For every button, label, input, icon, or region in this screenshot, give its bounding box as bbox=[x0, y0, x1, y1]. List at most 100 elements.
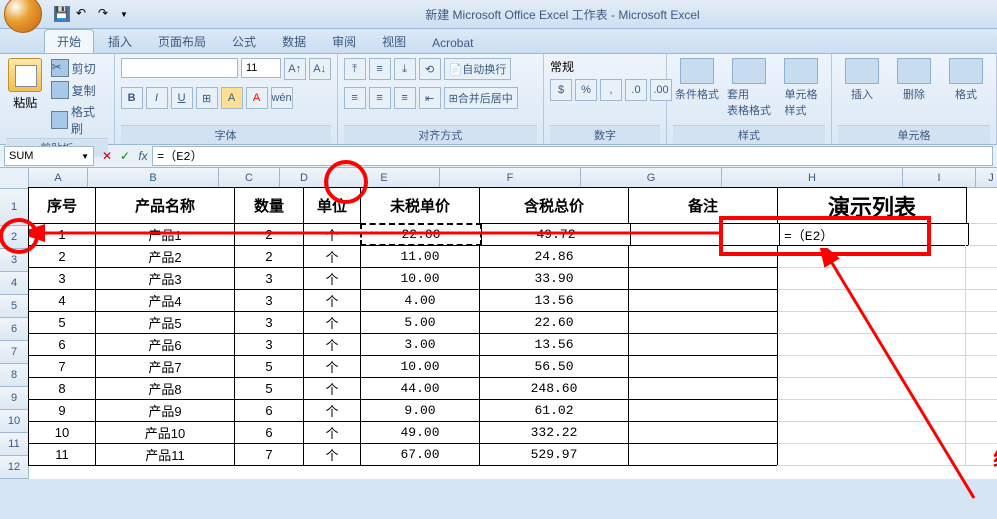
cell-A7[interactable]: 6 bbox=[28, 333, 96, 356]
cell-I2[interactable] bbox=[968, 223, 997, 246]
header-cell-C[interactable]: 数量 bbox=[234, 187, 304, 224]
border-button[interactable]: ⊞ bbox=[196, 87, 218, 109]
cell-D11[interactable]: 个 bbox=[303, 421, 361, 444]
conditional-format-button[interactable]: 条件格式 bbox=[673, 58, 721, 102]
cell-F10[interactable]: 61.02 bbox=[479, 399, 629, 422]
header-cell-B[interactable]: 产品名称 bbox=[95, 187, 235, 224]
row-header-5[interactable]: 5 bbox=[0, 295, 29, 318]
cell-B2[interactable]: 产品1 bbox=[95, 223, 235, 246]
cell-D3[interactable]: 个 bbox=[303, 245, 361, 268]
align-right-button[interactable]: ≡ bbox=[394, 87, 416, 109]
table-format-button[interactable]: 套用 表格格式 bbox=[725, 58, 773, 118]
cell-E5[interactable]: 4.00 bbox=[360, 289, 480, 312]
tab-data[interactable]: 数据 bbox=[270, 30, 318, 53]
cell-D8[interactable]: 个 bbox=[303, 355, 361, 378]
cancel-formula-button[interactable]: ✕ bbox=[98, 149, 116, 163]
align-top-button[interactable]: ⤒ bbox=[344, 58, 366, 80]
paste-button[interactable]: 粘贴 bbox=[6, 58, 45, 111]
cell-A10[interactable]: 9 bbox=[28, 399, 96, 422]
insert-cells-button[interactable]: 插入 bbox=[838, 58, 886, 102]
cell-F9[interactable]: 248.60 bbox=[479, 377, 629, 400]
cell-G7[interactable] bbox=[628, 333, 778, 356]
cell-B12[interactable]: 产品11 bbox=[95, 443, 235, 466]
cell-E2[interactable]: 22.00 bbox=[360, 223, 482, 246]
cell-G8[interactable] bbox=[628, 355, 778, 378]
undo-icon[interactable]: ↶ bbox=[76, 6, 92, 22]
row-header-9[interactable]: 9 bbox=[0, 387, 29, 410]
col-header-F[interactable]: F bbox=[440, 168, 581, 188]
cell-A9[interactable]: 8 bbox=[28, 377, 96, 400]
cell-B7[interactable]: 产品6 bbox=[95, 333, 235, 356]
cell-I7[interactable] bbox=[965, 333, 997, 356]
cell-E11[interactable]: 49.00 bbox=[360, 421, 480, 444]
cell-C6[interactable]: 3 bbox=[234, 311, 304, 334]
cell-A12[interactable]: 11 bbox=[28, 443, 96, 466]
cell-D2[interactable]: 个 bbox=[303, 223, 361, 246]
font-color-button[interactable]: A bbox=[246, 87, 268, 109]
row-header-10[interactable]: 10 bbox=[0, 410, 29, 433]
decrease-indent-button[interactable]: ⇤ bbox=[419, 87, 441, 109]
cell-F11[interactable]: 332.22 bbox=[479, 421, 629, 444]
decrease-font-button[interactable]: A↓ bbox=[309, 58, 331, 80]
qat-dropdown-icon[interactable]: ▼ bbox=[120, 10, 128, 19]
cell-E10[interactable]: 9.00 bbox=[360, 399, 480, 422]
cell-H3[interactable] bbox=[777, 245, 966, 268]
bold-button[interactable]: B bbox=[121, 87, 143, 109]
header-cell-H[interactable]: 演示列表 bbox=[777, 187, 967, 224]
cell-F3[interactable]: 24.86 bbox=[479, 245, 629, 268]
merge-center-button[interactable]: ⊞合并后居中 bbox=[444, 87, 518, 109]
wrap-text-button[interactable]: 📄自动换行 bbox=[444, 58, 512, 80]
header-cell-G[interactable]: 备注 bbox=[628, 187, 778, 224]
cell-G12[interactable] bbox=[628, 443, 778, 466]
cell-H10[interactable] bbox=[777, 399, 966, 422]
col-header-A[interactable]: A bbox=[29, 168, 88, 188]
fill-color-button[interactable]: A bbox=[221, 87, 243, 109]
cell-G3[interactable] bbox=[628, 245, 778, 268]
cell-F5[interactable]: 13.56 bbox=[479, 289, 629, 312]
cell-F7[interactable]: 13.56 bbox=[479, 333, 629, 356]
cell-C8[interactable]: 5 bbox=[234, 355, 304, 378]
cell-C7[interactable]: 3 bbox=[234, 333, 304, 356]
orientation-button[interactable]: ⟲ bbox=[419, 58, 441, 80]
cell-D12[interactable]: 个 bbox=[303, 443, 361, 466]
cell-E6[interactable]: 5.00 bbox=[360, 311, 480, 334]
cell-H6[interactable] bbox=[777, 311, 966, 334]
increase-font-button[interactable]: A↑ bbox=[284, 58, 306, 80]
cell-D10[interactable]: 个 bbox=[303, 399, 361, 422]
cell-B11[interactable]: 产品10 bbox=[95, 421, 235, 444]
row-header-12[interactable]: 12 bbox=[0, 456, 29, 479]
formula-input[interactable]: =（E2） bbox=[152, 146, 993, 166]
row-header-8[interactable]: 8 bbox=[0, 364, 29, 387]
cell-D6[interactable]: 个 bbox=[303, 311, 361, 334]
cell-A2[interactable]: 1 bbox=[28, 223, 96, 246]
cell-G9[interactable] bbox=[628, 377, 778, 400]
tab-formulas[interactable]: 公式 bbox=[220, 30, 268, 53]
font-size-combo[interactable]: 11 bbox=[241, 58, 281, 78]
cell-B6[interactable]: 产品5 bbox=[95, 311, 235, 334]
header-cell-A[interactable]: 序号 bbox=[28, 187, 96, 224]
cut-button[interactable]: ✂剪切 bbox=[49, 58, 108, 78]
cell-D9[interactable]: 个 bbox=[303, 377, 361, 400]
row-header-2[interactable]: 2 bbox=[0, 226, 29, 249]
cell-E8[interactable]: 10.00 bbox=[360, 355, 480, 378]
row-header-7[interactable]: 7 bbox=[0, 341, 29, 364]
col-header-I[interactable]: I bbox=[903, 168, 976, 188]
cell-styles-button[interactable]: 单元格 样式 bbox=[777, 58, 825, 118]
align-bottom-button[interactable]: ⤓ bbox=[394, 58, 416, 80]
row-header-11[interactable]: 11 bbox=[0, 433, 29, 456]
cell-G4[interactable] bbox=[628, 267, 778, 290]
redo-icon[interactable]: ↷ bbox=[98, 6, 114, 22]
cell-I3[interactable] bbox=[965, 245, 997, 268]
cell-I5[interactable] bbox=[965, 289, 997, 312]
cell-E9[interactable]: 44.00 bbox=[360, 377, 480, 400]
tab-pagelayout[interactable]: 页面布局 bbox=[146, 30, 218, 53]
cell-B8[interactable]: 产品7 bbox=[95, 355, 235, 378]
cell-D5[interactable]: 个 bbox=[303, 289, 361, 312]
align-middle-button[interactable]: ≡ bbox=[369, 58, 391, 80]
percent-button[interactable]: % bbox=[575, 79, 597, 101]
cell-F4[interactable]: 33.90 bbox=[479, 267, 629, 290]
currency-button[interactable]: $ bbox=[550, 79, 572, 101]
cell-I10[interactable] bbox=[965, 399, 997, 422]
cell-F12[interactable]: 529.97 bbox=[479, 443, 629, 466]
cell-H9[interactable] bbox=[777, 377, 966, 400]
